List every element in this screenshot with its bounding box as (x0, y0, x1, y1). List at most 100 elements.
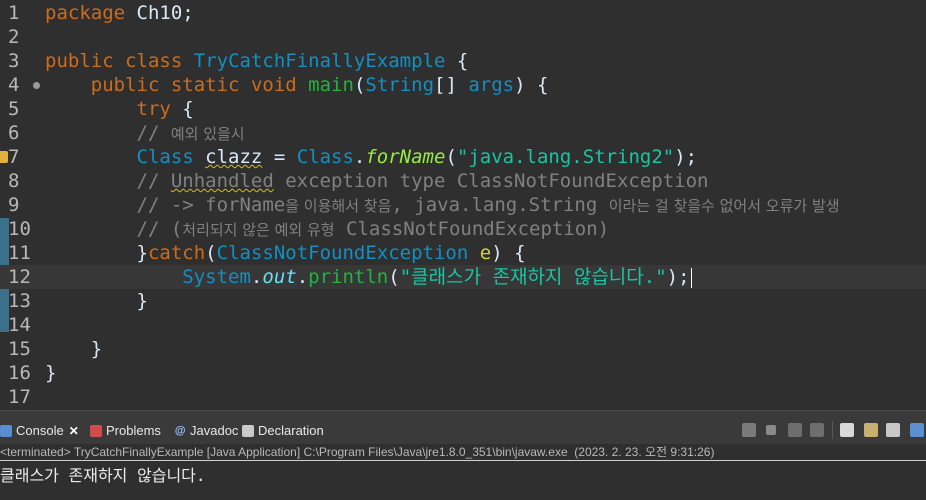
fold-icon[interactable] (33, 82, 40, 89)
brace: { (445, 50, 469, 72)
code-line-14: 14 (0, 313, 926, 337)
terminate-icon[interactable] (766, 425, 776, 435)
keyword: package (45, 2, 126, 24)
line-number: 7 (8, 146, 20, 168)
comment: // -> forName (136, 194, 286, 216)
line-number: 3 (8, 50, 20, 72)
paren: ( (205, 242, 217, 264)
comment-text: 예외 있을시 (170, 125, 245, 143)
comment-error-word: Unhandled (170, 170, 274, 192)
word-wrap-icon[interactable] (886, 423, 900, 437)
clear-console-icon[interactable] (840, 423, 854, 437)
brace: ) { (514, 74, 549, 96)
array-brackets: [] (434, 74, 469, 96)
warning-icon[interactable] (0, 151, 8, 163)
method-name: main (308, 74, 354, 96)
class-name: System (182, 266, 251, 288)
line-number: 8 (8, 170, 20, 192)
remove-launch-icon[interactable] (788, 423, 802, 437)
tab-label: Javadoc (190, 423, 239, 438)
statement-end: ); (666, 266, 690, 288)
problems-icon (90, 425, 102, 437)
package-name: Ch10; (125, 2, 194, 24)
tab-console[interactable]: Console ✕ (0, 421, 79, 441)
comment: // ( (136, 218, 183, 240)
console-launch-info: <terminated> TryCatchFinallyExample [Jav… (0, 444, 926, 460)
relaunch-icon[interactable] (742, 423, 756, 437)
code-line-17: 17 (0, 385, 926, 409)
toolbar-divider (832, 421, 833, 439)
console-tab-bar: Console ✕ Problems @ Javadoc Declaration (0, 410, 926, 448)
code-line-12: 12 System.out.println("클래스가 존재하지 않습니다.")… (0, 265, 926, 289)
line-number: 5 (8, 98, 20, 120)
parameter: e (479, 242, 492, 264)
scroll-lock-icon[interactable] (864, 423, 878, 437)
comment: , java.lang.String (391, 194, 609, 216)
line-number: 4 (8, 74, 20, 96)
comment: exception type ClassNotFoundException (273, 170, 709, 192)
code-line-11: 11 }catch(ClassNotFoundException e) { (0, 241, 926, 265)
brace: { (170, 98, 194, 120)
tab-problems[interactable]: Problems (90, 421, 161, 441)
line-number: 12 (8, 266, 31, 288)
dot: . (296, 266, 309, 288)
keyword: class (125, 50, 183, 72)
pin-console-icon[interactable] (910, 423, 924, 437)
brace: } (45, 362, 57, 384)
type-name: String (365, 74, 435, 96)
code-line-2: 2 (0, 25, 926, 49)
paren: ( (353, 74, 366, 96)
code-line-5: 5 try { (0, 97, 926, 121)
console-output[interactable]: 클래스가 존재하지 않습니다. (0, 464, 926, 488)
divider (0, 460, 926, 461)
code-line-10: 10 // (처리되지 않은 예외 유형 ClassNotFoundExcept… (0, 217, 926, 241)
code-line-16: 16 } (0, 361, 926, 385)
tab-label: Console (16, 423, 64, 438)
tab-declaration[interactable]: Declaration (242, 421, 324, 441)
keyword: public (90, 74, 160, 96)
line-number: 6 (8, 122, 20, 144)
console-icon (0, 425, 12, 437)
keyword: catch (147, 242, 206, 264)
class-name: ClassNotFoundException (216, 242, 469, 264)
remove-all-icon[interactable] (810, 423, 824, 437)
line-number: 9 (8, 194, 20, 216)
keyword: static (170, 74, 240, 96)
code-line-6: 6 // 예외 있을시 (0, 121, 926, 145)
line-number: 16 (8, 362, 31, 384)
comment-text: 이라는 걸 찾을수 없어서 오류가 발생 (608, 197, 840, 215)
error-variable: clazz (205, 146, 263, 168)
line-number: 2 (8, 26, 20, 48)
javadoc-icon: @ (174, 425, 186, 437)
code-line-8: 8 // Unhandled exception type ClassNotFo… (0, 169, 926, 193)
line-number: 17 (8, 386, 31, 408)
code-line-7: 7 Class clazz = Class.forName("java.lang… (0, 145, 926, 169)
line-number: 15 (8, 338, 31, 360)
dot: . (353, 146, 366, 168)
static-field: out (262, 266, 297, 288)
tab-javadoc[interactable]: @ Javadoc (174, 421, 239, 441)
brace: } (136, 242, 148, 264)
text-caret (690, 267, 692, 288)
brace: } (136, 290, 148, 312)
paren: ( (445, 146, 457, 168)
code-line-15: 15 } (0, 337, 926, 361)
comment-text: 처리되지 않은 예외 유형 (182, 221, 335, 239)
brace: ) { (491, 242, 526, 264)
string-literal: "java.lang.String2" (456, 146, 675, 168)
line-number: 1 (8, 2, 20, 24)
method-name: println (308, 266, 389, 288)
tab-label: Declaration (258, 423, 324, 438)
class-name: TryCatchFinallyExample (193, 50, 446, 72)
line-number: 10 (8, 218, 31, 240)
class-name: Class (296, 146, 354, 168)
comment-text: 을 이용해서 찾음 (285, 197, 392, 215)
dot: . (250, 266, 263, 288)
line-number: 13 (8, 290, 31, 312)
code-line-1: 1 package Ch10; (0, 1, 926, 25)
operator: = (262, 146, 297, 168)
close-icon[interactable]: ✕ (69, 421, 79, 441)
code-editor[interactable]: 1 package Ch10; 2 3 public class TryCatc… (0, 0, 926, 410)
declaration-icon (242, 425, 254, 437)
keyword: try (136, 98, 171, 120)
